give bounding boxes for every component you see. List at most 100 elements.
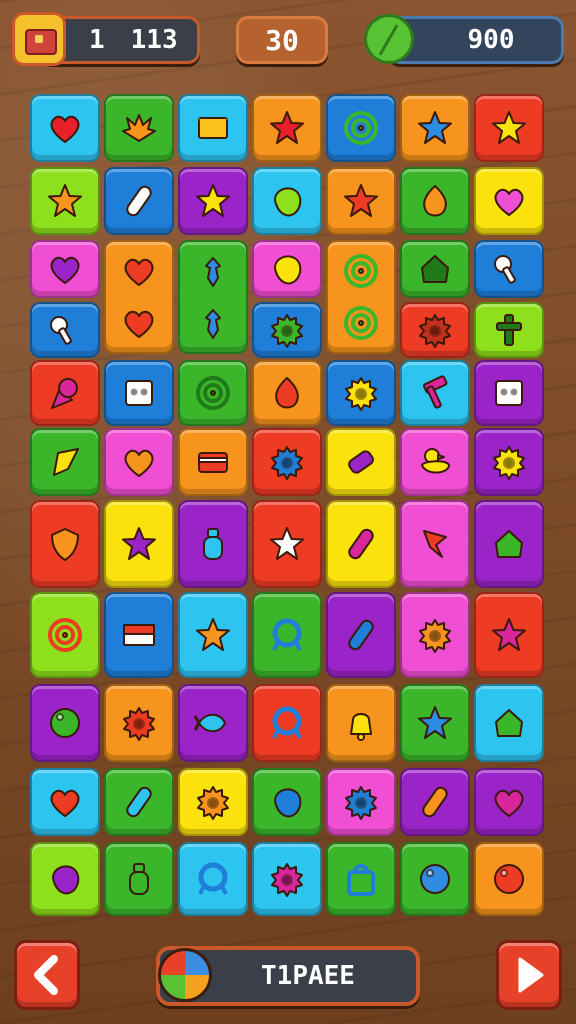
tile-key[interactable] (474, 240, 544, 298)
score-value: 900 (467, 25, 515, 55)
tile-heart[interactable] (30, 94, 100, 162)
blob-icon (274, 187, 302, 217)
tile-gear[interactable] (326, 768, 396, 836)
tile-star[interactable] (178, 167, 248, 235)
tile-flag-rect[interactable] (104, 592, 174, 678)
tile-blob[interactable] (252, 768, 322, 836)
tile-capsule[interactable] (326, 592, 396, 678)
tile-candy[interactable] (326, 428, 396, 496)
heart-icon (124, 258, 154, 286)
tile-key[interactable] (30, 302, 100, 358)
tile-capsule[interactable] (326, 500, 396, 588)
tile-flower[interactable] (104, 94, 174, 162)
drop-icon (275, 377, 299, 409)
ring-icon (272, 618, 302, 651)
tile-ring[interactable] (252, 592, 322, 678)
next-button[interactable] (496, 940, 562, 1010)
heart-icon (124, 449, 154, 477)
star-icon (418, 111, 452, 144)
tile-house[interactable] (400, 240, 470, 298)
tile-shield[interactable] (30, 500, 100, 588)
moves-value: 30 (265, 23, 299, 57)
tile-drop[interactable] (400, 167, 470, 235)
tile-gear[interactable] (326, 360, 396, 426)
tile-spiral[interactable] (178, 360, 248, 426)
tile-envelope[interactable] (178, 94, 248, 162)
capsule-icon (422, 786, 448, 818)
tile-ball[interactable] (400, 842, 470, 916)
tile-star[interactable] (400, 94, 470, 162)
box-icon (125, 380, 153, 406)
key-icon (50, 316, 72, 345)
tile-star[interactable] (104, 500, 174, 588)
tile-heart[interactable] (104, 428, 174, 496)
tile-gear[interactable] (252, 302, 322, 358)
tile-kite[interactable] (30, 428, 100, 496)
tile-star[interactable] (326, 167, 396, 235)
tile-star[interactable] (30, 167, 100, 235)
tile-house[interactable] (474, 684, 544, 762)
tile-card[interactable] (178, 428, 248, 496)
tile-cone[interactable] (30, 360, 100, 426)
tile-cross[interactable] (474, 302, 544, 358)
lives-value: 113 (130, 25, 178, 55)
tile-ball[interactable] (474, 842, 544, 916)
tile-hammer[interactable] (400, 360, 470, 426)
play-icon (518, 957, 544, 993)
tile-box[interactable] (474, 360, 544, 426)
ring-icon (272, 706, 302, 739)
tile-gear[interactable] (252, 428, 322, 496)
tile-heart[interactable] (30, 768, 100, 836)
tile-ring[interactable] (252, 684, 322, 762)
gear-icon (345, 377, 377, 411)
tile-gear[interactable] (400, 592, 470, 678)
tile-gear[interactable] (104, 684, 174, 762)
tile-blob[interactable] (252, 167, 322, 235)
ring-icon (198, 862, 228, 895)
tile-star[interactable] (400, 684, 470, 762)
treasure-chest-icon[interactable] (12, 12, 66, 66)
ball-icon (50, 708, 80, 738)
back-button[interactable] (14, 940, 80, 1010)
tile-capsule[interactable] (400, 768, 470, 836)
tile-bottle[interactable] (178, 500, 248, 588)
tile-bag[interactable] (326, 842, 396, 916)
tile-heart[interactable] (30, 240, 100, 298)
tile-sprout[interactable] (178, 240, 248, 354)
tile-gear[interactable] (400, 302, 470, 358)
spiral-icon (344, 111, 378, 145)
tile-heart[interactable] (474, 768, 544, 836)
tile-star[interactable] (474, 94, 544, 162)
tile-star[interactable] (252, 94, 322, 162)
tile-ball[interactable] (30, 684, 100, 762)
tile-bell[interactable] (326, 684, 396, 762)
tile-gear[interactable] (474, 428, 544, 496)
tile-bottle[interactable] (104, 842, 174, 916)
tile-capsule[interactable] (104, 768, 174, 836)
tile-gear[interactable] (252, 842, 322, 916)
tile-capsule[interactable] (104, 167, 174, 235)
tile-spiral[interactable] (326, 94, 396, 162)
booster-ball-icon (158, 948, 212, 1002)
tile-blob[interactable] (30, 842, 100, 916)
tile-house[interactable] (474, 500, 544, 588)
tile-star[interactable] (474, 592, 544, 678)
tile-star[interactable] (178, 592, 248, 678)
tile-blob[interactable] (252, 240, 322, 298)
tile-drop[interactable] (252, 360, 322, 426)
tile-spiral[interactable] (30, 592, 100, 678)
moves-counter: 30 (236, 16, 328, 64)
capsule-icon (126, 786, 152, 818)
tile-gear[interactable] (178, 768, 248, 836)
tile-fish[interactable] (178, 684, 248, 762)
tile-heart[interactable] (474, 167, 544, 235)
house-icon (495, 709, 523, 737)
capsule-icon (126, 185, 152, 217)
tile-box[interactable] (104, 360, 174, 426)
tile-heart[interactable] (104, 240, 174, 354)
tile-ring[interactable] (178, 842, 248, 916)
tile-flag[interactable] (400, 500, 470, 588)
tile-duck[interactable] (400, 428, 470, 496)
tile-star[interactable] (252, 500, 322, 588)
tile-spiral[interactable] (326, 240, 396, 354)
